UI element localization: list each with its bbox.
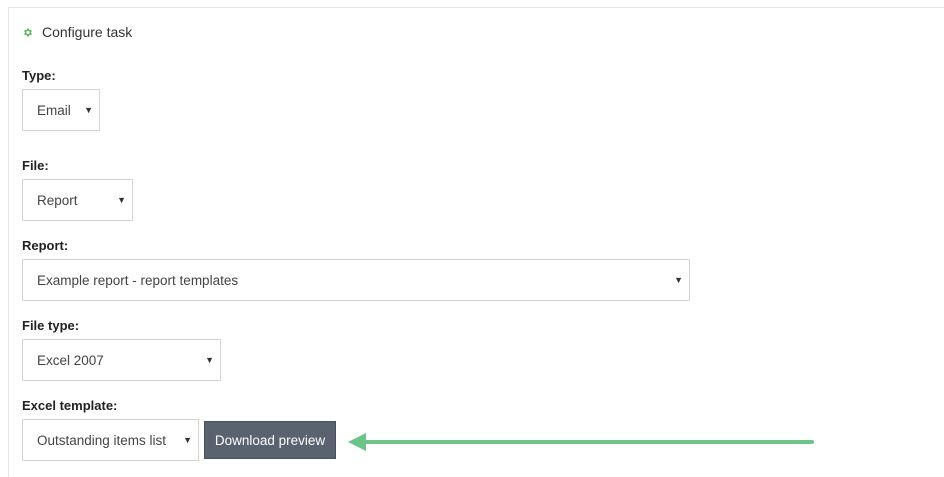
excel-template-select-value: Outstanding items list	[37, 432, 167, 448]
download-preview-button[interactable]: Download preview	[204, 421, 336, 459]
type-select-value: Email	[37, 102, 71, 118]
report-select-value: Example report - report templates	[37, 272, 239, 288]
chevron-down-icon: ▼	[84, 105, 93, 115]
type-label: Type:	[22, 68, 56, 83]
chevron-down-icon: ▼	[674, 275, 683, 285]
panel-header: Configure task	[22, 24, 132, 40]
excel-template-select[interactable]: Outstanding items list ▼	[22, 419, 199, 461]
chevron-down-icon: ▼	[117, 195, 126, 205]
file-select-value: Report	[37, 192, 78, 208]
file-type-label: File type:	[22, 318, 80, 333]
chevron-down-icon: ▼	[183, 435, 192, 445]
gear-icon	[24, 28, 32, 36]
annotation-arrow-icon	[348, 433, 814, 451]
excel-template-label: Excel template:	[22, 398, 118, 413]
configure-task-panel	[8, 7, 944, 477]
file-type-select[interactable]: Excel 2007 ▼	[22, 339, 221, 381]
type-select[interactable]: Email ▼	[22, 89, 100, 131]
report-select[interactable]: Example report - report templates ▼	[22, 259, 690, 301]
file-select[interactable]: Report ▼	[22, 179, 133, 221]
report-label: Report:	[22, 238, 69, 253]
panel-title: Configure task	[42, 24, 133, 40]
chevron-down-icon: ▼	[205, 355, 214, 365]
file-label: File:	[22, 158, 49, 173]
file-type-select-value: Excel 2007	[37, 352, 104, 368]
